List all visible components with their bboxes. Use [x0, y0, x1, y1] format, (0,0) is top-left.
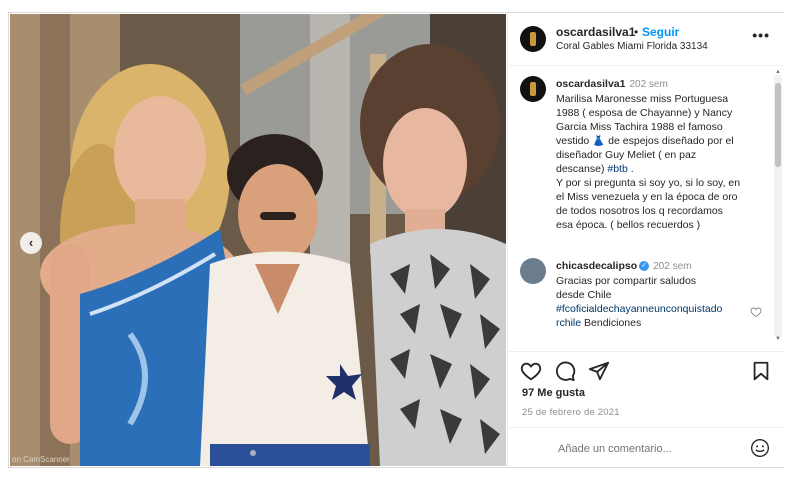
scrollbar-thumb[interactable]	[775, 83, 781, 167]
post-header: oscardasilva1 • Seguir Coral Gables Miam…	[508, 13, 784, 66]
more-options-icon[interactable]: •••	[752, 27, 770, 43]
caption-time: 202 sem	[629, 79, 668, 90]
carousel-dot	[250, 450, 256, 456]
scroll-down-icon[interactable]: ▼	[775, 336, 781, 342]
comments-scrollbar[interactable]	[774, 75, 782, 337]
verified-badge-icon: ✓	[639, 261, 650, 272]
caption-line: esa época. ( bellos recuerdos )	[556, 219, 701, 231]
caption-line: Marilisa Maronesse miss Portuguesa	[556, 93, 729, 105]
comment-input[interactable]	[556, 442, 730, 456]
like-heart-icon[interactable]	[520, 360, 542, 382]
emoji-icon[interactable]	[750, 438, 770, 458]
avatar[interactable]	[520, 26, 546, 52]
comment-suffix: Bendiciones	[581, 317, 642, 329]
post-dialog: ‹ on CamScanner oscardasilva1 • Seguir C…	[8, 12, 784, 468]
photo-watermark: on CamScanner	[12, 455, 70, 464]
caption-line: de todos nosotros los q recordamos	[556, 205, 723, 217]
caption-line: Garcia Miss Tachira 1988 el famoso	[556, 121, 723, 133]
caption-text: oscardasilva1 202 sem Marilisa Maronesse …	[556, 77, 756, 232]
caption-line: 1988 ( esposa de Chayanne) y Nancy	[556, 107, 733, 119]
caption-line: Y por si pregunta si soy yo, si lo soy, …	[556, 177, 741, 189]
caption-line: diseñador Guy Meliet ( en paz	[556, 149, 697, 161]
caption-line: el Miss venezuela y en la época de oro	[556, 191, 738, 203]
separator-dot: •	[634, 25, 639, 39]
caption-line: vestido 👗 de espejos diseñado por el	[556, 135, 734, 147]
caption-line: descanse)	[556, 163, 608, 175]
hashtag-link[interactable]: rchile	[556, 317, 581, 329]
commenter-avatar[interactable]	[520, 258, 546, 284]
add-comment-bar	[508, 427, 784, 468]
hashtag-link[interactable]: #btb	[607, 163, 627, 175]
caption-avatar[interactable]	[520, 76, 546, 102]
comments-list[interactable]: oscardasilva1 202 sem Marilisa Maronesse …	[508, 66, 784, 336]
comment-line: Gracias por compartir saludos	[556, 275, 697, 287]
comment-bubble-icon[interactable]	[554, 360, 576, 382]
carousel-dots	[250, 450, 256, 456]
commenter-username[interactable]: chicasdecalipso	[556, 260, 637, 272]
post-photo[interactable]: ‹ on CamScanner	[10, 14, 506, 466]
comment-line: desde Chile	[556, 289, 612, 301]
action-bar	[508, 351, 784, 392]
photo-illustration	[10, 14, 506, 466]
caption-hashtag-suffix: .	[627, 163, 634, 175]
caption-username[interactable]: oscardasilva1	[556, 78, 625, 90]
post-side-panel: oscardasilva1 • Seguir Coral Gables Miam…	[507, 13, 784, 467]
likes-count[interactable]: 97 Me gusta	[522, 387, 585, 399]
comment-time: 202 sem	[653, 261, 692, 272]
post-username[interactable]: oscardasilva1	[556, 25, 635, 39]
post-location[interactable]: Coral Gables Miami Florida 33134	[556, 41, 708, 52]
previous-image-button[interactable]: ‹	[20, 232, 42, 254]
share-paper-plane-icon[interactable]	[588, 360, 610, 382]
comment-text: chicasdecalipso ✓ 202 sem Gracias por comp…	[556, 259, 756, 330]
post-date: 25 de febrero de 2021	[522, 407, 620, 418]
hashtag-link[interactable]: #fcoficialdechayanneunconquistado	[556, 303, 722, 315]
save-bookmark-icon[interactable]	[750, 360, 772, 382]
follow-button[interactable]: Seguir	[642, 25, 679, 39]
like-comment-icon[interactable]	[750, 306, 762, 318]
